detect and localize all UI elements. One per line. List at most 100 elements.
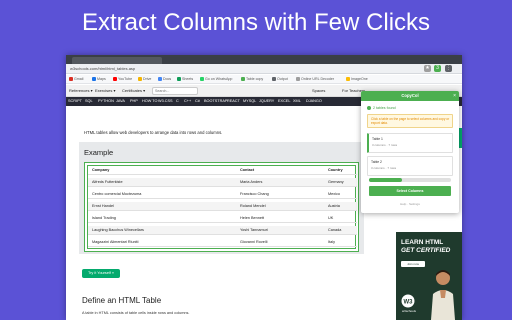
topic-item[interactable]: SQL: [85, 99, 93, 104]
select-columns-button[interactable]: Select Columns: [369, 186, 451, 196]
bookmark-6[interactable]: Go on WhatsApp: [200, 76, 232, 83]
svg-text:W3: W3: [404, 300, 414, 306]
topic-item[interactable]: XML: [293, 99, 301, 104]
table-row: Ernst Handel Roland Mendel Austria: [88, 202, 357, 212]
bookmark-icon: [158, 76, 162, 81]
bookmark-3[interactable]: Drive: [138, 76, 151, 83]
example-title: Example: [84, 148, 114, 157]
bookmark-icon: [177, 76, 181, 81]
table-card-title: Table 2: [371, 160, 382, 164]
topic-item[interactable]: C: [176, 99, 179, 104]
bookmark-4[interactable]: Docs: [158, 76, 171, 83]
topic-item[interactable]: W3.CSS: [158, 99, 173, 104]
table-card-1[interactable]: Table 1 3 columns · 7 rows: [367, 133, 453, 153]
status-dot-icon: [367, 105, 371, 110]
table-cell: Centro comercial Moctezuma: [92, 192, 142, 196]
bookmark-icon: [138, 76, 142, 81]
example-box: Example Company Contact Country Alfreds …: [79, 142, 364, 254]
topic-item[interactable]: MYSQL: [243, 99, 256, 104]
topic-item[interactable]: JAVA: [116, 99, 125, 104]
bookmark-label: YouTube: [118, 77, 133, 81]
topic-item[interactable]: BOOTSTRAP: [204, 99, 227, 104]
browser-tab[interactable]: [72, 57, 162, 64]
bookmark-icon: [296, 76, 300, 81]
bookmark-2[interactable]: YouTube: [113, 76, 132, 83]
bookmark-8[interactable]: Output: [272, 76, 288, 83]
table-cell: Helen Bennett: [240, 216, 265, 220]
bookmark-icon: [346, 76, 350, 81]
nav-certificates[interactable]: Certificates ▾: [122, 88, 145, 94]
topic-item[interactable]: SCRIPT: [68, 99, 82, 104]
bookmark-label: Sheets: [182, 77, 194, 81]
topic-item[interactable]: DJANGO: [306, 99, 322, 104]
ad-subheadline: GET CERTIFIED: [401, 247, 451, 254]
table-cell: Giovanni Rovelli: [240, 240, 268, 244]
ad-join-button[interactable]: Join now: [401, 261, 425, 267]
section-title: Define an HTML Table: [82, 296, 162, 305]
slider-fill: [369, 178, 402, 182]
bookmark-7[interactable]: Table copy: [241, 76, 263, 83]
notice-text: Click a table on the page to select colu…: [371, 117, 450, 126]
column-slider[interactable]: [369, 178, 451, 182]
search-input[interactable]: Search...: [152, 87, 198, 95]
table-cell: Magazzini Alimentari Riuniti: [92, 240, 139, 244]
bookmark-icon: [92, 76, 96, 81]
popup-footer-links[interactable]: Help · Settings: [361, 201, 459, 207]
table-header-cell[interactable]: Country: [328, 168, 343, 173]
ad-logo-text: w3schools: [402, 309, 417, 313]
table-cell: Mexico: [328, 192, 341, 196]
address-bar[interactable]: w3schools.com/html/html_tables.asp ★ 3 ⋮: [66, 64, 462, 74]
headline: Extract Columns with Few Clicks: [81, 9, 431, 36]
table-card-subtitle: 3 columns · 7 rows: [372, 143, 398, 147]
bookmark-label: ImageOne: [351, 77, 368, 81]
section-text: A table in HTML consists of table cells …: [82, 311, 190, 315]
table-cell: Island Trading: [92, 216, 116, 220]
url-text[interactable]: w3schools.com/html/html_tables.asp: [70, 65, 135, 72]
tables-found-status: 2 tables found: [367, 105, 396, 111]
table-row: Island Trading Helen Bennett UK: [88, 214, 357, 224]
table-header-cell[interactable]: Company: [92, 168, 109, 173]
nav-exercises[interactable]: Exercises ▾: [95, 88, 115, 94]
bookmark-5[interactable]: Sheets: [177, 76, 193, 83]
close-icon[interactable]: ×: [453, 91, 456, 101]
topic-item[interactable]: PHP: [130, 99, 138, 104]
popup-title: CopyCol: [401, 93, 419, 98]
ad-banner[interactable]: LEARN HTML GET CERTIFIED Join now W3 w3s…: [396, 232, 462, 320]
bookmark-label: Go on WhatsApp: [205, 77, 233, 81]
bookmark-10[interactable]: ImageOne: [346, 76, 368, 83]
topic-item[interactable]: EXCEL: [278, 99, 290, 104]
try-it-yourself-button[interactable]: Try it Yourself »: [82, 269, 120, 278]
bookmark-9[interactable]: Online URL Decoder: [296, 76, 334, 83]
table-cell: Maria Anders: [240, 180, 263, 184]
table-card-subtitle: 3 columns · 7 rows: [371, 166, 397, 170]
topic-item[interactable]: HOW TO: [142, 99, 157, 104]
nav-references[interactable]: References ▾: [69, 88, 93, 94]
table-row: Alfreds Futterkiste Maria Anders Germany: [88, 178, 357, 188]
bookmark-1[interactable]: Maps: [92, 76, 106, 83]
bookmark-label: Maps: [97, 77, 106, 81]
table-row: Laughing Bacchus Winecellars Yoshi Tanna…: [88, 226, 357, 236]
topic-item[interactable]: C#: [195, 99, 200, 104]
nav-spaces[interactable]: Spaces: [312, 88, 325, 94]
copycol-extension-icon[interactable]: 3: [434, 65, 441, 72]
star-icon[interactable]: ★: [424, 65, 431, 72]
bookmark-0[interactable]: Gmail: [69, 76, 83, 83]
topic-item[interactable]: C++: [184, 99, 191, 104]
topic-item[interactable]: REACT: [227, 99, 240, 104]
table-cell: Laughing Bacchus Winecellars: [92, 228, 144, 232]
html-table[interactable]: Company Contact Country Alfreds Futterki…: [84, 162, 359, 252]
menu-icon[interactable]: ⋮: [445, 65, 452, 72]
browser-titlebar: [66, 55, 462, 64]
table-header-cell[interactable]: Contact: [240, 168, 254, 173]
table-cell: UK: [328, 216, 334, 220]
topic-item[interactable]: JQUERY: [259, 99, 274, 104]
table-cell: Italy: [328, 240, 335, 244]
tables-found-text: 2 tables found: [373, 106, 396, 110]
table-row: Centro comercial Moctezuma Francisco Cha…: [88, 190, 357, 200]
table-card-2[interactable]: Table 2 3 columns · 7 rows: [367, 156, 453, 176]
person-illustration: [431, 270, 455, 320]
intro-text: HTML tables allow web developers to arra…: [84, 130, 223, 135]
table-header-row: Company Contact Country: [88, 166, 357, 176]
topic-item[interactable]: PYTHON: [98, 99, 114, 104]
bookmark-icon: [200, 76, 204, 81]
